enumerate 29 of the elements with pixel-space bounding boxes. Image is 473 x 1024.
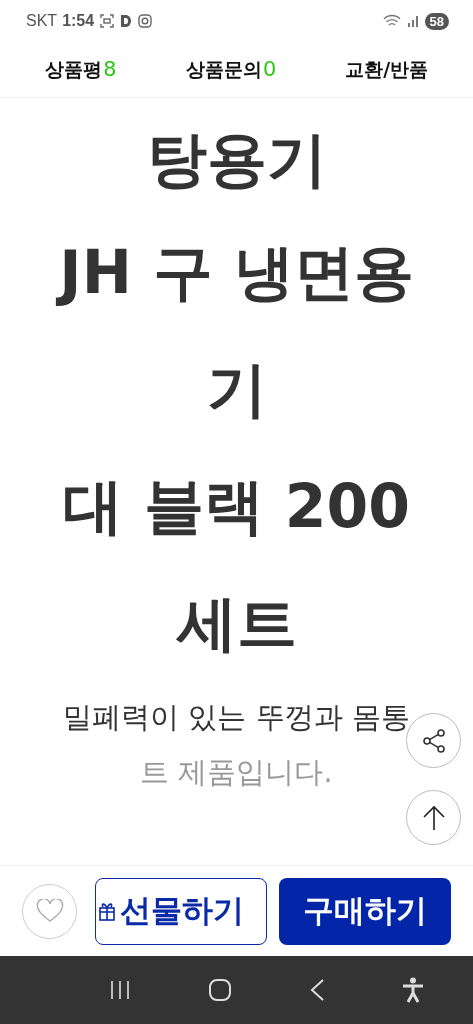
accessibility-icon xyxy=(402,977,425,1003)
screenshot-icon xyxy=(100,14,115,28)
product-title: 대 블랙 200 xyxy=(63,470,410,543)
home-icon xyxy=(207,978,232,1002)
signal-icon xyxy=(406,15,419,27)
tab[interactable]: 상품문의 0 xyxy=(185,56,276,83)
up-arrow-icon xyxy=(421,804,446,831)
camera-icon xyxy=(138,14,153,28)
description-text: 밀폐력이 있는 뚜껑과 몸통 xyxy=(63,699,410,736)
clock-time: 1:54 xyxy=(62,12,95,30)
product-title: 기 xyxy=(206,353,267,426)
product-title: 세트 xyxy=(176,587,297,660)
product-title: 탕용기 xyxy=(146,123,327,196)
tab[interactable]: 상품평 8 xyxy=(44,56,116,83)
share-icon xyxy=(420,727,447,754)
heart-icon xyxy=(35,899,64,923)
letter-d-icon xyxy=(120,14,133,28)
gift-button[interactable]: 선물하기 xyxy=(95,877,267,945)
description-text: 트 제품입니다. xyxy=(140,754,333,791)
tab-count: 0 xyxy=(263,56,276,82)
carrier-text: SKT xyxy=(26,12,58,30)
battery-indicator: 58 xyxy=(424,12,449,30)
tab-count: 8 xyxy=(103,56,116,82)
buy-button[interactable]: 구매하기 xyxy=(279,877,451,945)
recent-apps-icon xyxy=(108,979,131,1001)
gift-icon xyxy=(98,901,116,921)
back-icon xyxy=(309,978,326,1002)
wifi-icon xyxy=(382,14,401,28)
tab[interactable]: 교환/반품 xyxy=(345,56,429,83)
